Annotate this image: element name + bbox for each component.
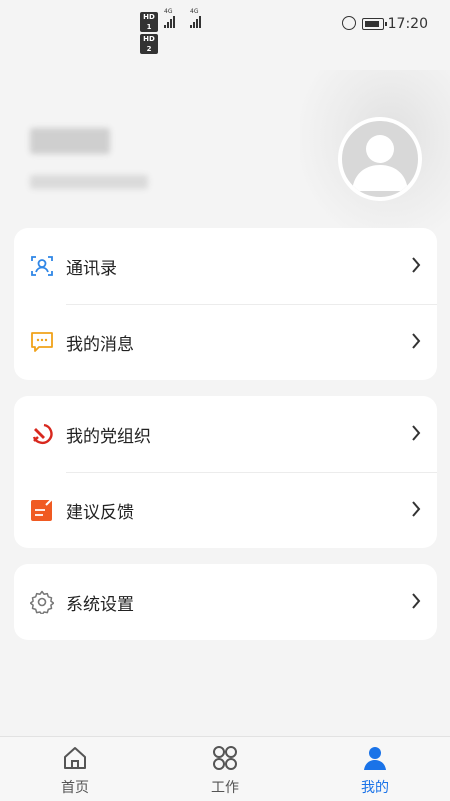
settings-gear-icon xyxy=(30,590,54,614)
menu-item-settings[interactable]: 系统设置 xyxy=(14,564,437,640)
menu-card-1: 通讯录 我的消息 xyxy=(14,228,437,380)
network-2-label: 4G xyxy=(190,8,199,15)
party-emblem-icon xyxy=(32,423,53,445)
chevron-right-icon xyxy=(412,425,421,441)
signal-1-icon: 4G xyxy=(164,8,175,28)
signal-2-icon: 4G xyxy=(190,8,201,28)
bottom-tab-bar: 首页 工作 我的 xyxy=(0,736,450,801)
home-icon xyxy=(64,747,86,769)
network-1-label: 4G xyxy=(164,8,173,15)
status-time: 17:20 xyxy=(387,16,428,32)
sim1-label: HD 1 xyxy=(140,12,158,32)
menu-item-label: 通讯录 xyxy=(66,258,117,279)
menu-item-messages[interactable]: 我的消息 xyxy=(14,304,437,380)
chevron-right-icon xyxy=(412,333,421,349)
work-grid-icon xyxy=(213,746,237,770)
alarm-icon xyxy=(342,16,356,30)
person-icon xyxy=(364,747,386,770)
tab-work[interactable]: 工作 xyxy=(150,737,300,801)
tab-label: 首页 xyxy=(61,780,89,796)
message-icon xyxy=(31,332,53,352)
tab-home[interactable]: 首页 xyxy=(0,737,150,801)
contacts-icon xyxy=(31,256,53,276)
sim2-label: HD 2 xyxy=(140,34,158,54)
tab-label: 工作 xyxy=(211,780,239,796)
menu-item-label: 建议反馈 xyxy=(66,502,134,523)
tab-label: 我的 xyxy=(361,780,389,796)
user-subtitle-blurred xyxy=(30,175,148,189)
menu-item-feedback[interactable]: 建议反馈 xyxy=(14,472,437,548)
menu-card-3: 系统设置 xyxy=(14,564,437,640)
chevron-right-icon xyxy=(412,257,421,273)
battery-icon xyxy=(362,18,387,30)
tab-mine[interactable]: 我的 xyxy=(300,737,450,801)
user-name-blurred xyxy=(30,128,110,154)
feedback-icon xyxy=(31,499,52,521)
menu-item-label: 我的消息 xyxy=(66,334,134,355)
chevron-right-icon xyxy=(412,593,421,609)
sim-indicator: HD 1 HD 2 xyxy=(140,12,160,56)
menu-item-label: 系统设置 xyxy=(66,594,134,615)
user-avatar-icon[interactable] xyxy=(338,117,422,201)
menu-item-party-org[interactable]: 我的党组织 xyxy=(14,396,437,472)
menu-card-2: 我的党组织 建议反馈 xyxy=(14,396,437,548)
menu-item-contacts[interactable]: 通讯录 xyxy=(14,228,437,304)
menu-item-label: 我的党组织 xyxy=(66,426,151,447)
chevron-right-icon xyxy=(412,501,421,517)
status-bar: HD 1 HD 2 4G 4G 17:20 xyxy=(0,0,450,54)
